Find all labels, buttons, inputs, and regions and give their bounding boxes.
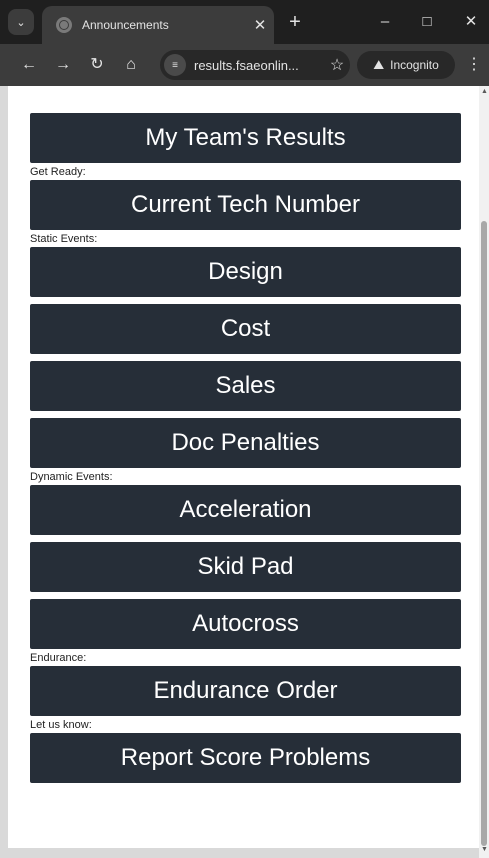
page-viewport: ▲ ▼ My Team's Results Get Ready: Current… — [0, 86, 489, 858]
incognito-badge[interactable]: ⛰ Incognito — [357, 51, 455, 79]
new-tab-plus-icon[interactable]: + — [282, 9, 308, 35]
acceleration-button[interactable]: Acceleration — [30, 485, 461, 535]
scroll-down-arrow-icon[interactable]: ▼ — [481, 846, 488, 853]
tab-title: Announcements — [82, 18, 169, 32]
site-info-icon[interactable]: ≡ — [164, 54, 186, 76]
report-score-problems-button[interactable]: Report Score Problems — [30, 733, 461, 783]
back-arrow-icon[interactable]: ← — [16, 52, 42, 78]
current-tech-number-button[interactable]: Current Tech Number — [30, 180, 461, 230]
cost-button[interactable]: Cost — [30, 304, 461, 354]
results-menu: My Team's Results Get Ready: Current Tec… — [30, 113, 461, 783]
url-text[interactable]: results.fsaeonlin... — [194, 58, 324, 73]
address-bar[interactable]: ≡ results.fsaeonlin... ☆ — [160, 50, 350, 80]
vertical-scrollbar[interactable]: ▲ ▼ — [479, 86, 489, 858]
skid-pad-button[interactable]: Skid Pad — [30, 542, 461, 592]
autocross-button[interactable]: Autocross — [30, 599, 461, 649]
incognito-icon: ⛰ — [373, 57, 385, 72]
section-label-endurance: Endurance: — [30, 652, 87, 664]
section-label-dynamic-events: Dynamic Events: — [30, 471, 113, 483]
browser-toolbar: ← → ↻ ⌂ ≡ results.fsaeonlin... ☆ ⛰ Incog… — [0, 44, 489, 86]
tab-search-chevron-icon[interactable]: ⌄ — [8, 9, 34, 35]
doc-penalties-button[interactable]: Doc Penalties — [30, 418, 461, 468]
section-label-get-ready: Get Ready: — [30, 166, 86, 178]
globe-icon — [56, 17, 72, 33]
incognito-label: Incognito — [390, 58, 439, 72]
maximize-icon[interactable]: □ — [412, 9, 442, 35]
close-window-icon[interactable]: ✕ — [456, 9, 486, 35]
close-tab-icon[interactable]: ✕ — [246, 16, 274, 34]
reload-icon[interactable]: ↻ — [84, 52, 110, 78]
forward-arrow-icon[interactable]: → — [50, 52, 76, 78]
section-label-static-events: Static Events: — [30, 233, 98, 245]
sales-button[interactable]: Sales — [30, 361, 461, 411]
section-label-let-us-know: Let us know: — [30, 719, 92, 731]
scroll-up-arrow-icon[interactable]: ▲ — [481, 88, 488, 95]
scroll-thumb[interactable] — [481, 221, 487, 846]
tab-strip: ⌄ Announcements ✕ + – □ ✕ — [0, 0, 489, 44]
my-team-results-button[interactable]: My Team's Results — [30, 113, 461, 163]
bottom-edge — [0, 848, 479, 858]
kebab-menu-icon[interactable]: ⋮ — [462, 52, 486, 78]
minimize-icon[interactable]: – — [370, 9, 400, 35]
home-icon[interactable]: ⌂ — [118, 52, 144, 78]
bookmark-star-icon[interactable]: ☆ — [324, 55, 350, 75]
left-edge — [0, 86, 8, 858]
endurance-order-button[interactable]: Endurance Order — [30, 666, 461, 716]
tab-announcements[interactable]: Announcements ✕ — [42, 6, 274, 44]
design-button[interactable]: Design — [30, 247, 461, 297]
